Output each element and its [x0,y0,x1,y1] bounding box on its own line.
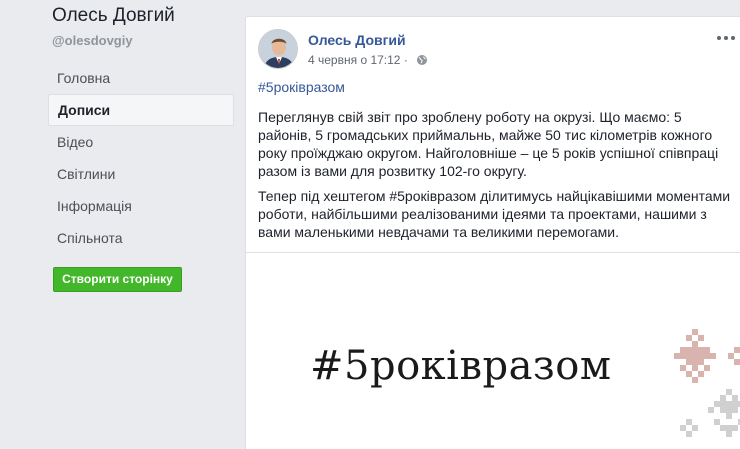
page-handle[interactable]: @olesdovgiy [52,33,133,48]
post-paragraph-1: Переглянув свій звіт про зроблену роботу… [258,109,719,179]
post-author[interactable]: Олесь Довгий [308,32,406,48]
image-hashtag-text: #5роківразом [310,343,612,389]
globe-icon[interactable] [416,54,428,69]
avatar[interactable] [258,29,298,69]
more-options-icon[interactable] [716,29,738,47]
page-nav: Головна Дописи Відео Світлини Інформація… [48,62,234,254]
post-paragraph-2: Тепер під хештегом #5роківразом ділитиму… [258,188,731,240]
nav-item-about[interactable]: Інформація [48,190,234,222]
meta-separator: · [403,53,408,67]
avatar-portrait-icon [259,30,297,68]
post-card: Олесь Довгий 4 червня о 17:12 · #5роківр… [245,16,740,449]
create-page-button[interactable]: Створити сторінку [53,267,182,292]
nav-item-photos[interactable]: Світлини [48,158,234,190]
page-name[interactable]: Олесь Довгий [52,5,175,27]
nav-item-community[interactable]: Спільнота [48,222,234,254]
left-column: Олесь Довгий @olesdovgiy Головна Дописи … [0,0,244,449]
post-body: #5роківразом Переглянув свій звіт про зр… [258,78,734,241]
hashtag-link[interactable]: #5роківразом [258,78,734,96]
nav-item-home[interactable]: Головна [48,62,234,94]
post-timestamp[interactable]: 4 червня о 17:12 [308,53,400,67]
nav-item-videos[interactable]: Відео [48,126,234,158]
post-meta: 4 червня о 17:12 · [308,53,428,69]
post-image[interactable]: #5роківразом [246,253,740,449]
embroidery-ornament-icon [674,329,740,437]
nav-item-posts[interactable]: Дописи [48,94,234,126]
